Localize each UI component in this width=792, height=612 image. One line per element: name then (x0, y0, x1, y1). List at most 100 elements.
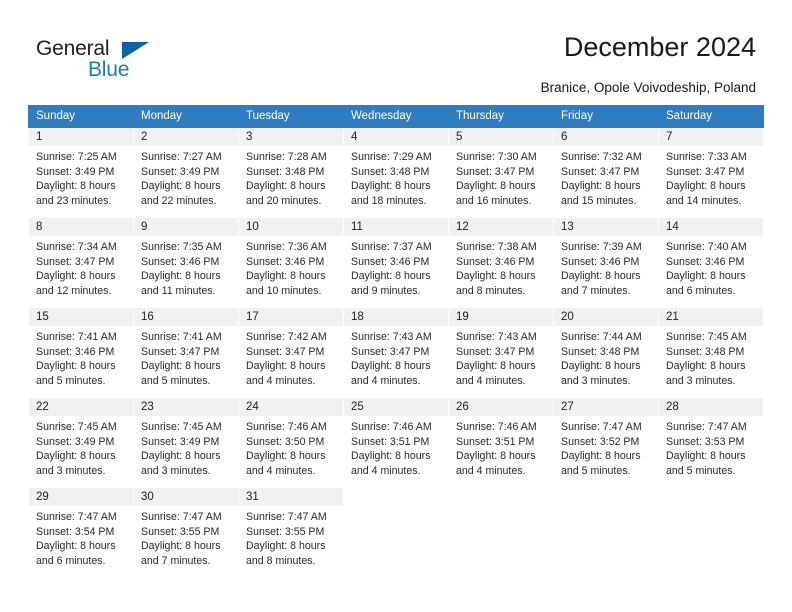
daylight-duration-line1: Daylight: 8 hours (456, 270, 536, 283)
calendar-day-cell[interactable]: 10 Sunrise: 7:36 AM Sunset: 3:46 PM Dayligh… (238, 217, 344, 308)
calendar-day-cell[interactable]: 4 Sunrise: 7:29 AM Sunset: 3:48 PM Daylight… (343, 127, 449, 218)
calendar-day-cell[interactable]: 25 Sunrise: 7:46 AM Sunset: 3:51 PM Dayligh… (343, 397, 449, 488)
sunrise-time: Sunrise: 7:37 AM (351, 241, 432, 253)
day-details: Sunrise: 7:46 AM Sunset: 3:51 PM Daylight:… (449, 416, 553, 478)
calendar-day-cell[interactable]: 29 Sunrise: 7:47 AM Sunset: 3:54 PM Dayligh… (28, 487, 134, 578)
sunset-time: Sunset: 3:48 PM (351, 165, 430, 178)
calendar-day-cell[interactable]: 23 Sunrise: 7:45 AM Sunset: 3:49 PM Dayligh… (133, 397, 239, 488)
daylight-duration-line1: Daylight: 8 hours (456, 360, 536, 373)
calendar-day-cell[interactable]: 19 Sunrise: 7:43 AM Sunset: 3:47 PM Dayligh… (448, 307, 554, 398)
weekday-header-saturday: Saturday (658, 105, 764, 128)
page-subtitle: Branice, Opole Voivodeship, Poland (540, 80, 756, 95)
sunrise-time: Sunrise: 7:45 AM (141, 421, 222, 433)
day-details: Sunrise: 7:40 AM Sunset: 3:46 PM Daylight:… (659, 236, 763, 298)
calendar-day-cell[interactable]: 5 Sunrise: 7:30 AM Sunset: 3:47 PM Daylight… (448, 127, 554, 218)
sunrise-time: Sunrise: 7:46 AM (246, 421, 327, 433)
daylight-duration-line1: Daylight: 8 hours (141, 180, 221, 193)
day-details: Sunrise: 7:44 AM Sunset: 3:48 PM Daylight:… (554, 326, 658, 388)
daylight-duration-line1: Daylight: 8 hours (456, 180, 536, 193)
daylight-duration-line2: and 7 minutes. (141, 554, 211, 567)
sunset-time: Sunset: 3:55 PM (246, 525, 325, 538)
calendar-day-cell[interactable]: 18 Sunrise: 7:43 AM Sunset: 3:47 PM Dayligh… (343, 307, 449, 398)
calendar-day-cell[interactable]: 6 Sunrise: 7:32 AM Sunset: 3:47 PM Daylight… (553, 127, 659, 218)
calendar-day-cell[interactable]: 20 Sunrise: 7:44 AM Sunset: 3:48 PM Dayligh… (553, 307, 659, 398)
day-details: Sunrise: 7:30 AM Sunset: 3:47 PM Daylight:… (449, 146, 553, 208)
calendar-day-cell[interactable]: 3 Sunrise: 7:28 AM Sunset: 3:48 PM Daylight… (238, 127, 344, 218)
sunset-time: Sunset: 3:54 PM (36, 525, 115, 538)
sunrise-time: Sunrise: 7:46 AM (456, 421, 537, 433)
day-number: 21 (659, 308, 763, 326)
day-number: 20 (554, 308, 658, 326)
sunset-time: Sunset: 3:49 PM (141, 435, 220, 448)
day-number: 22 (29, 398, 133, 416)
daylight-duration-line1: Daylight: 8 hours (36, 540, 116, 553)
sunrise-time: Sunrise: 7:29 AM (351, 151, 432, 163)
calendar-cell-empty (343, 487, 449, 578)
daylight-duration-line1: Daylight: 8 hours (351, 450, 431, 463)
daylight-duration-line1: Daylight: 8 hours (141, 360, 221, 373)
day-number: 16 (134, 308, 238, 326)
day-details: Sunrise: 7:41 AM Sunset: 3:46 PM Daylight:… (29, 326, 133, 388)
daylight-duration-line2: and 12 minutes. (36, 284, 112, 297)
calendar-day-cell[interactable]: 8 Sunrise: 7:34 AM Sunset: 3:47 PM Daylight… (28, 217, 134, 308)
day-number: 2 (134, 128, 238, 146)
day-number: 25 (344, 398, 448, 416)
daylight-duration-line1: Daylight: 8 hours (561, 270, 641, 283)
day-number: 24 (239, 398, 343, 416)
calendar-day-cell[interactable]: 30 Sunrise: 7:47 AM Sunset: 3:55 PM Dayligh… (133, 487, 239, 578)
daylight-duration-line2: and 11 minutes. (141, 284, 216, 297)
calendar-day-cell[interactable]: 17 Sunrise: 7:42 AM Sunset: 3:47 PM Dayligh… (238, 307, 344, 398)
sunrise-time: Sunrise: 7:42 AM (246, 331, 327, 343)
weekday-header-thursday: Thursday (448, 105, 554, 128)
calendar-day-cell[interactable]: 2 Sunrise: 7:27 AM Sunset: 3:49 PM Daylight… (133, 127, 239, 218)
page-header: General Blue December 2024 Branice, Opol… (0, 0, 792, 104)
sunset-time: Sunset: 3:47 PM (456, 165, 535, 178)
daylight-duration-line1: Daylight: 8 hours (36, 180, 116, 193)
sunrise-time: Sunrise: 7:43 AM (351, 331, 432, 343)
sunset-time: Sunset: 3:46 PM (456, 255, 535, 268)
calendar-day-cell[interactable]: 22 Sunrise: 7:45 AM Sunset: 3:49 PM Dayligh… (28, 397, 134, 488)
daylight-duration-line2: and 4 minutes. (246, 374, 316, 387)
daylight-duration-line1: Daylight: 8 hours (246, 450, 326, 463)
daylight-duration-line2: and 4 minutes. (246, 464, 316, 477)
calendar-day-cell[interactable]: 1 Sunrise: 7:25 AM Sunset: 3:49 PM Daylight… (28, 127, 134, 218)
daylight-duration-line1: Daylight: 8 hours (666, 180, 746, 193)
daylight-duration-line2: and 3 minutes. (666, 374, 736, 387)
day-number: 13 (554, 218, 658, 236)
general-blue-logo[interactable]: General Blue (36, 36, 166, 86)
sunset-time: Sunset: 3:46 PM (666, 255, 745, 268)
calendar-day-cell[interactable]: 28 Sunrise: 7:47 AM Sunset: 3:53 PM Dayligh… (658, 397, 764, 488)
daylight-duration-line2: and 22 minutes. (141, 194, 217, 207)
calendar-day-cell[interactable]: 24 Sunrise: 7:46 AM Sunset: 3:50 PM Dayligh… (238, 397, 344, 488)
calendar-day-cell[interactable]: 14 Sunrise: 7:40 AM Sunset: 3:46 PM Dayligh… (658, 217, 764, 308)
calendar-day-cell[interactable]: 15 Sunrise: 7:41 AM Sunset: 3:46 PM Dayligh… (28, 307, 134, 398)
sunrise-time: Sunrise: 7:35 AM (141, 241, 222, 253)
calendar-header-row: Sunday Monday Tuesday Wednesday Thursday… (28, 105, 764, 128)
day-number: 19 (449, 308, 553, 326)
calendar-day-cell[interactable]: 31 Sunrise: 7:47 AM Sunset: 3:55 PM Dayligh… (238, 487, 344, 578)
sunrise-time: Sunrise: 7:47 AM (36, 511, 117, 523)
day-number: 1 (29, 128, 133, 146)
day-number: 14 (659, 218, 763, 236)
calendar-day-cell[interactable]: 12 Sunrise: 7:38 AM Sunset: 3:46 PM Dayligh… (448, 217, 554, 308)
daylight-duration-line2: and 5 minutes. (36, 374, 106, 387)
day-details: Sunrise: 7:43 AM Sunset: 3:47 PM Daylight:… (344, 326, 448, 388)
calendar-day-cell[interactable]: 16 Sunrise: 7:41 AM Sunset: 3:47 PM Dayligh… (133, 307, 239, 398)
calendar-day-cell[interactable]: 13 Sunrise: 7:39 AM Sunset: 3:46 PM Dayligh… (553, 217, 659, 308)
calendar-day-cell[interactable]: 7 Sunrise: 7:33 AM Sunset: 3:47 PM Daylight… (658, 127, 764, 218)
calendar-day-cell[interactable]: 21 Sunrise: 7:45 AM Sunset: 3:48 PM Dayligh… (658, 307, 764, 398)
day-number: 18 (344, 308, 448, 326)
day-details: Sunrise: 7:34 AM Sunset: 3:47 PM Daylight:… (29, 236, 133, 298)
calendar-day-cell[interactable]: 11 Sunrise: 7:37 AM Sunset: 3:46 PM Dayligh… (343, 217, 449, 308)
calendar-day-cell[interactable]: 27 Sunrise: 7:47 AM Sunset: 3:52 PM Dayligh… (553, 397, 659, 488)
sunset-time: Sunset: 3:47 PM (351, 345, 430, 358)
calendar-day-cell[interactable]: 9 Sunrise: 7:35 AM Sunset: 3:46 PM Daylight… (133, 217, 239, 308)
sunset-time: Sunset: 3:47 PM (36, 255, 115, 268)
daylight-duration-line1: Daylight: 8 hours (561, 360, 641, 373)
calendar-day-cell[interactable]: 26 Sunrise: 7:46 AM Sunset: 3:51 PM Dayligh… (448, 397, 554, 488)
daylight-duration-line1: Daylight: 8 hours (666, 360, 746, 373)
sunrise-time: Sunrise: 7:25 AM (36, 151, 117, 163)
sunset-time: Sunset: 3:48 PM (666, 345, 745, 358)
logo-text-blue: Blue (88, 58, 130, 81)
day-details: Sunrise: 7:29 AM Sunset: 3:48 PM Daylight:… (344, 146, 448, 208)
